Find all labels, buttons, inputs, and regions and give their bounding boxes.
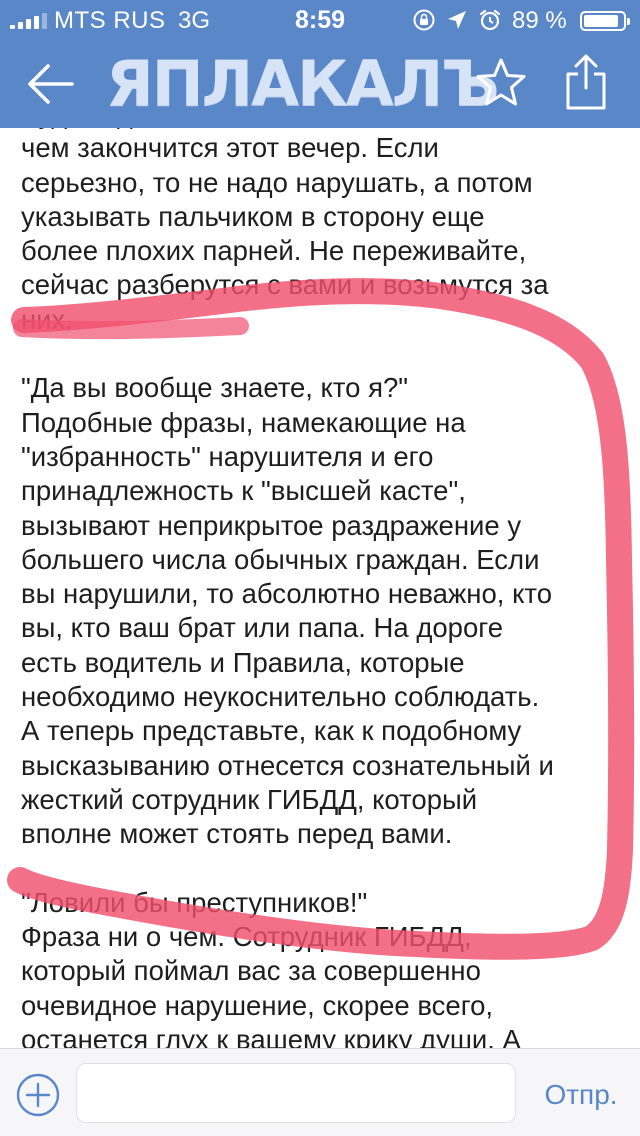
text-line: серьезно, то не надо нарушать, а потом	[21, 166, 533, 198]
text-line: Фраза ни о чем. Сотрудник ГИБДД,	[21, 921, 472, 953]
text-line: очевидное нарушение, скорее всего,	[21, 989, 494, 1021]
plus-circle-icon[interactable]	[16, 1073, 60, 1117]
share-icon[interactable]	[562, 52, 610, 112]
back-arrow-icon[interactable]	[24, 60, 76, 108]
text-line: указывать пальчиком в сторону еще	[21, 200, 485, 232]
text-line: вы, кто ваш брат или папа. На дороге	[21, 612, 503, 644]
navigation-bar: ЯПЛАКАЛЪ	[0, 40, 640, 128]
text-line: необходимо неукоснительно соблюдать.	[21, 681, 540, 713]
text-line: сейчас разберутся с вами и возьмутся за	[21, 269, 549, 301]
text-line: "Ловили бы преступников!"	[21, 886, 368, 918]
text-line: вызывают неприкрытое раздражение у	[21, 509, 522, 541]
text-line: "избранность" нарушителя и его	[21, 440, 434, 472]
text-line: более плохих парней. Не переживайте,	[21, 235, 527, 267]
send-button[interactable]: Отпр.	[536, 1075, 626, 1115]
status-bar: MTS RUS 3G 8:59 89 %	[0, 0, 640, 40]
app-header: MTS RUS 3G 8:59 89 % ЯПЛАКАЛЪ	[0, 0, 640, 128]
text-line: который поймал вас за совершенно	[21, 955, 481, 987]
message-composer: Отпр.	[0, 1048, 640, 1136]
text-line: них.	[21, 303, 73, 335]
text-line: большего числа обычных граждан. Если	[21, 543, 540, 575]
article-scroll-area[interactable]: Будете давить на гаишника и, кто знает,ч…	[0, 0, 640, 1048]
article-paragraph: "Да вы вообще знаете, кто я?" Подобные фр…	[21, 371, 631, 851]
text-line: высказыванию отнесется сознательный и	[21, 749, 554, 781]
text-line: чем закончится этот вечер. Если	[21, 132, 439, 164]
text-line: "Да вы вообще знаете, кто я?"	[21, 372, 409, 404]
text-line: Подобные фразы, намекающие на	[21, 406, 466, 438]
star-icon[interactable]	[474, 56, 528, 110]
site-logo[interactable]: ЯПЛАКАЛЪ	[106, 48, 500, 120]
text-line: есть водитель и Правила, которые	[21, 646, 465, 678]
article-paragraph: Будете давить на гаишника и, кто знает,ч…	[21, 97, 631, 337]
location-arrow-icon	[448, 11, 466, 29]
text-line: вполне может стоять перед вами.	[21, 818, 453, 850]
text-line: принадлежность к "высшей касте",	[21, 475, 466, 507]
text-line: вы нарушили, то абсолютно неважно, кто	[21, 578, 552, 610]
text-line: А теперь представьте, как к подобному	[21, 715, 522, 747]
battery-percent: 89 %	[512, 7, 567, 34]
text-line: жесткий сотрудник ГИБДД, который	[21, 783, 478, 815]
text-line: останется глух к вашему крику души. А	[21, 1024, 521, 1048]
rotation-lock-icon	[413, 9, 435, 31]
battery-icon	[580, 11, 630, 31]
alarm-clock-icon	[479, 9, 501, 31]
message-input[interactable]	[76, 1063, 516, 1123]
status-icons	[412, 8, 502, 32]
article-text: Будете давить на гаишника и, кто знает,ч…	[21, 97, 631, 1048]
article-paragraph: "Ловили бы преступников!" Фраза ни о чем.…	[21, 886, 631, 1048]
